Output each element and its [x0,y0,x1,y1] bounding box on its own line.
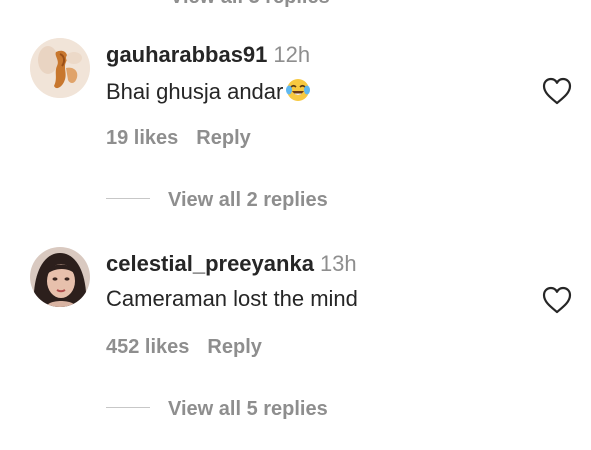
view-replies-button[interactable]: View all 5 replies [106,398,328,424]
timestamp[interactable]: 12h [273,42,310,67]
comment-text: Bhai ghusja andar [106,77,311,105]
comment-header: gauharabbas91 12h [106,42,310,68]
replies-divider-line [106,407,150,408]
avatar[interactable] [30,247,90,307]
view-replies-button[interactable]: View all 2 replies [106,189,328,215]
likes-count[interactable]: 19 likes [106,127,178,149]
comment-text-body: Cameraman lost the mind [106,286,358,311]
comment-meta: 452 likes Reply [106,336,262,359]
reply-button[interactable]: Reply [196,127,250,149]
view-replies-label[interactable]: View all 2 replies [168,189,328,211]
view-replies-label[interactable]: View all 5 replies [168,398,328,420]
view-replies-partial[interactable]: View all 3 replies [170,0,330,9]
avatar[interactable] [30,38,90,98]
like-heart-icon[interactable] [541,76,573,106]
avatar-image [30,38,90,98]
comment-header: celestial_preeyanka 13h [106,251,357,277]
comment-text: Cameraman lost the mind [106,286,358,312]
timestamp[interactable]: 13h [320,251,357,276]
likes-count[interactable]: 452 likes [106,336,189,358]
like-heart-icon[interactable] [541,285,573,315]
avatar-image [30,247,90,307]
comments-panel: View all 3 replies gauharabbas9112h Bhai… [0,0,591,450]
comment-meta: 19 likes Reply [106,127,251,150]
comment-text-body: Bhai ghusja andar [106,79,284,104]
username-link[interactable]: gauharabbas91 [106,42,267,67]
reply-button[interactable]: Reply [207,336,261,358]
replies-divider-line [106,198,150,199]
username-link[interactable]: celestial_preeyanka [106,251,314,276]
face-with-tears-of-joy-icon [286,79,311,101]
